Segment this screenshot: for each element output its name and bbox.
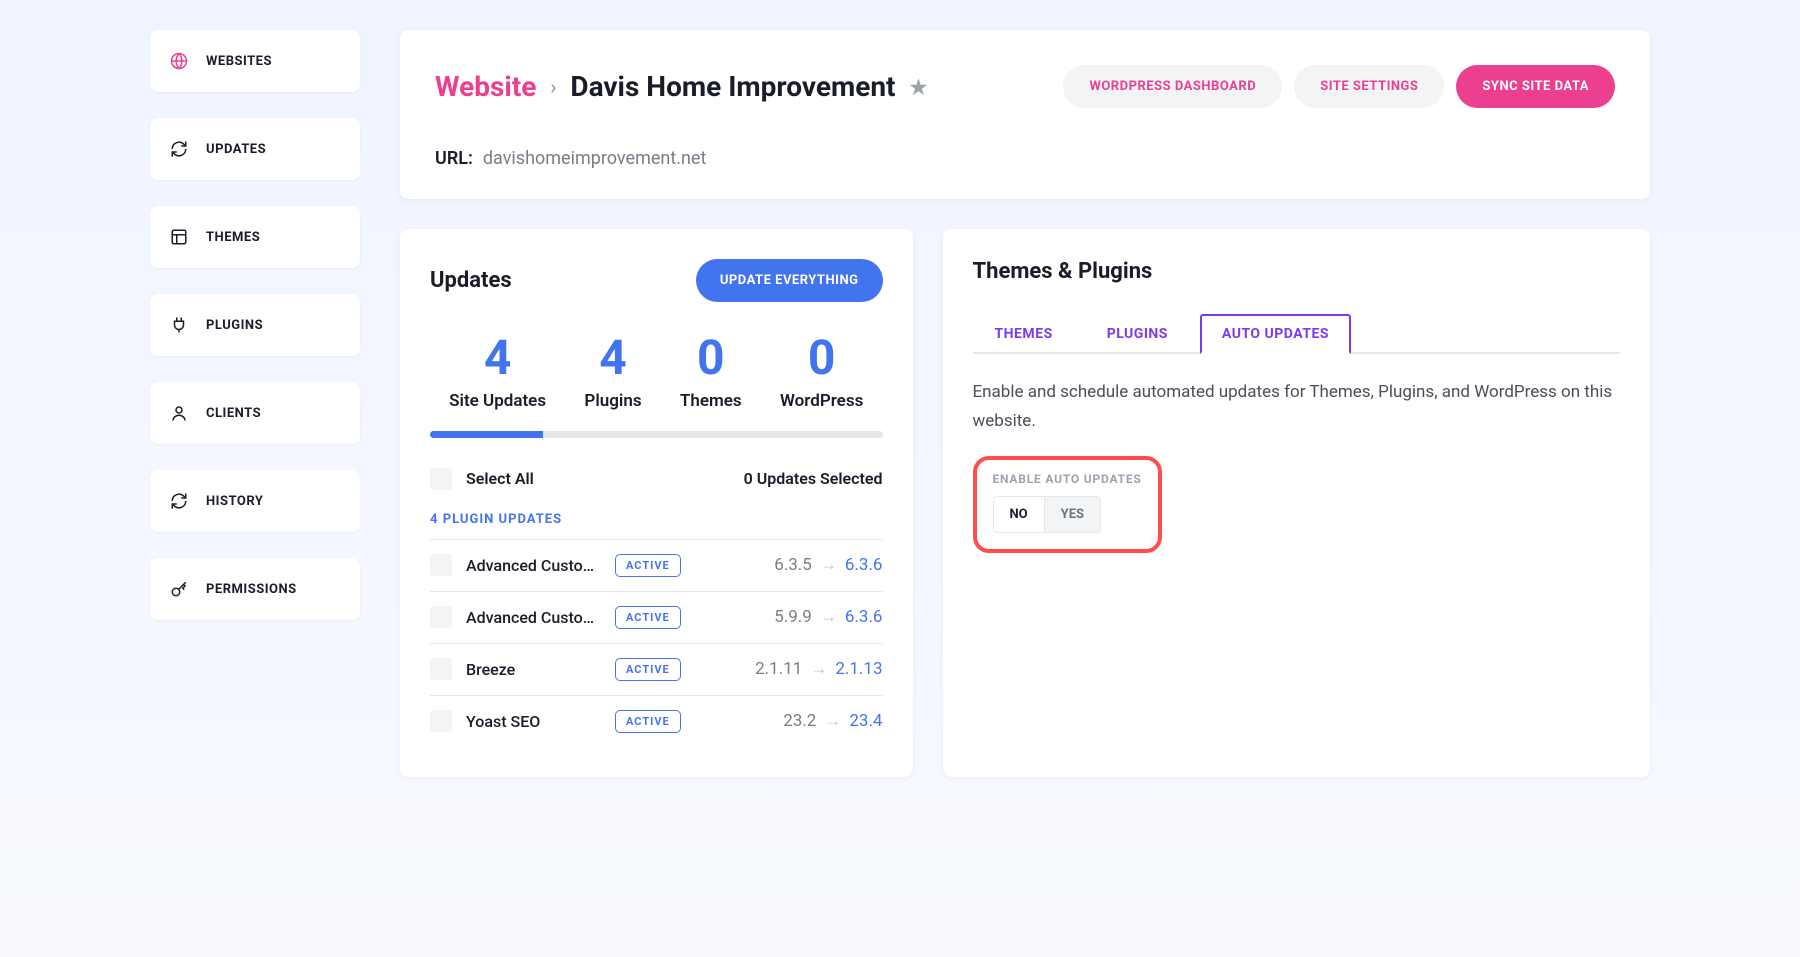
sidebar-item-updates[interactable]: UPDATES bbox=[150, 118, 360, 180]
stat-number: 4 bbox=[449, 332, 546, 385]
stat-site-updates: 4 Site Updates bbox=[449, 332, 546, 411]
plugin-name: Advanced Custo… bbox=[466, 556, 601, 575]
enable-auto-updates-label: ENABLE AUTO UPDATES bbox=[993, 472, 1142, 486]
sidebar-item-label: THEMES bbox=[206, 230, 260, 245]
page-title: Davis Home Improvement bbox=[570, 70, 895, 103]
plugin-updates-heading: 4 PLUGIN UPDATES bbox=[430, 512, 883, 527]
version-new: 2.1.13 bbox=[835, 659, 882, 679]
user-icon bbox=[170, 404, 188, 422]
status-badge: ACTIVE bbox=[615, 658, 681, 681]
sync-site-data-button[interactable]: SYNC SITE DATA bbox=[1456, 65, 1615, 108]
star-icon[interactable]: ★ bbox=[910, 75, 928, 99]
updates-title: Updates bbox=[430, 268, 512, 293]
arrow-right-icon: → bbox=[820, 555, 837, 575]
stat-number: 4 bbox=[584, 332, 641, 385]
auto-updates-description: Enable and schedule automated updates fo… bbox=[973, 378, 1621, 436]
stat-themes: 0 Themes bbox=[680, 332, 742, 411]
progress-fill bbox=[430, 431, 543, 438]
sidebar: WEBSITES UPDATES THEMES PLUGINS CLIENTS bbox=[150, 30, 360, 777]
selected-count: 0 Updates Selected bbox=[744, 469, 883, 488]
themes-plugins-card: Themes & Plugins THEMES PLUGINS AUTO UPD… bbox=[943, 229, 1651, 777]
version-old: 23.2 bbox=[783, 711, 816, 731]
status-badge: ACTIVE bbox=[615, 710, 681, 733]
plug-icon bbox=[170, 316, 188, 334]
stat-plugins: 4 Plugins bbox=[584, 332, 641, 411]
sidebar-item-label: WEBSITES bbox=[206, 54, 272, 69]
update-everything-button[interactable]: UPDATE EVERYTHING bbox=[696, 259, 883, 302]
plugin-checkbox[interactable] bbox=[430, 658, 452, 680]
header-card: Website › Davis Home Improvement ★ WORDP… bbox=[400, 30, 1650, 199]
sidebar-item-label: UPDATES bbox=[206, 142, 266, 157]
sidebar-item-label: PLUGINS bbox=[206, 318, 263, 333]
sidebar-item-clients[interactable]: CLIENTS bbox=[150, 382, 360, 444]
version-new: 6.3.6 bbox=[845, 555, 883, 575]
tabs: THEMES PLUGINS AUTO UPDATES bbox=[973, 314, 1621, 354]
arrow-right-icon: → bbox=[820, 607, 837, 627]
breadcrumb: Website › Davis Home Improvement ★ bbox=[435, 70, 927, 103]
stat-number: 0 bbox=[780, 332, 863, 385]
sidebar-item-label: HISTORY bbox=[206, 494, 263, 509]
stat-number: 0 bbox=[680, 332, 742, 385]
progress-bar bbox=[430, 431, 883, 438]
plugin-row: Advanced Custo… ACTIVE 6.3.5 → 6.3.6 bbox=[430, 539, 883, 591]
highlight-annotation: ENABLE AUTO UPDATES NO YES bbox=[973, 456, 1162, 553]
tab-plugins[interactable]: PLUGINS bbox=[1085, 314, 1190, 354]
plugin-row: Breeze ACTIVE 2.1.11 → 2.1.13 bbox=[430, 643, 883, 695]
wordpress-dashboard-button[interactable]: WORDPRESS DASHBOARD bbox=[1063, 65, 1282, 108]
globe-icon bbox=[170, 52, 188, 70]
header-actions: WORDPRESS DASHBOARD SITE SETTINGS SYNC S… bbox=[1063, 65, 1615, 108]
chevron-right-icon: › bbox=[550, 75, 556, 99]
version-new: 23.4 bbox=[849, 711, 882, 731]
plugin-checkbox[interactable] bbox=[430, 606, 452, 628]
plugin-name: Advanced Custo… bbox=[466, 608, 601, 627]
version-new: 6.3.6 bbox=[845, 607, 883, 627]
select-all-checkbox[interactable] bbox=[430, 468, 452, 490]
arrow-right-icon: → bbox=[810, 659, 827, 679]
stat-label: Plugins bbox=[584, 391, 641, 411]
plugin-name: Breeze bbox=[466, 660, 601, 679]
layout-icon bbox=[170, 228, 188, 246]
toggle-yes[interactable]: YES bbox=[1044, 496, 1101, 533]
toggle-no[interactable]: NO bbox=[993, 496, 1044, 533]
sidebar-item-label: CLIENTS bbox=[206, 406, 261, 421]
sidebar-item-themes[interactable]: THEMES bbox=[150, 206, 360, 268]
tab-themes[interactable]: THEMES bbox=[973, 314, 1075, 354]
arrow-right-icon: → bbox=[824, 711, 841, 731]
site-settings-button[interactable]: SITE SETTINGS bbox=[1294, 65, 1444, 108]
plugin-name: Yoast SEO bbox=[466, 712, 601, 731]
stat-label: Site Updates bbox=[449, 391, 546, 411]
url-value[interactable]: davishomeimprovement.net bbox=[483, 148, 706, 169]
status-badge: ACTIVE bbox=[615, 606, 681, 629]
auto-updates-toggle: NO YES bbox=[993, 496, 1102, 533]
stat-label: WordPress bbox=[780, 391, 863, 411]
stat-wordpress: 0 WordPress bbox=[780, 332, 863, 411]
updates-card: Updates UPDATE EVERYTHING 4 Site Updates… bbox=[400, 229, 913, 777]
sidebar-item-plugins[interactable]: PLUGINS bbox=[150, 294, 360, 356]
sidebar-item-history[interactable]: HISTORY bbox=[150, 470, 360, 532]
sidebar-item-permissions[interactable]: PERMISSIONS bbox=[150, 558, 360, 620]
breadcrumb-root[interactable]: Website bbox=[435, 70, 536, 103]
themes-plugins-title: Themes & Plugins bbox=[973, 259, 1621, 284]
url-row: URL: davishomeimprovement.net bbox=[435, 148, 1615, 169]
refresh-icon bbox=[170, 140, 188, 158]
plugin-checkbox[interactable] bbox=[430, 710, 452, 732]
version-old: 6.3.5 bbox=[774, 555, 812, 575]
tab-auto-updates[interactable]: AUTO UPDATES bbox=[1200, 314, 1351, 354]
sidebar-item-label: PERMISSIONS bbox=[206, 582, 297, 597]
stats-row: 4 Site Updates 4 Plugins 0 Themes 0 Word… bbox=[430, 332, 883, 411]
url-label: URL: bbox=[435, 148, 473, 169]
refresh-icon bbox=[170, 492, 188, 510]
plugin-checkbox[interactable] bbox=[430, 554, 452, 576]
version-old: 5.9.9 bbox=[774, 607, 812, 627]
plugin-row: Yoast SEO ACTIVE 23.2 → 23.4 bbox=[430, 695, 883, 747]
version-old: 2.1.11 bbox=[755, 659, 802, 679]
status-badge: ACTIVE bbox=[615, 554, 681, 577]
select-all-label: Select All bbox=[466, 469, 534, 488]
key-icon bbox=[170, 580, 188, 598]
stat-label: Themes bbox=[680, 391, 742, 411]
plugin-row: Advanced Custo… ACTIVE 5.9.9 → 6.3.6 bbox=[430, 591, 883, 643]
sidebar-item-websites[interactable]: WEBSITES bbox=[150, 30, 360, 92]
